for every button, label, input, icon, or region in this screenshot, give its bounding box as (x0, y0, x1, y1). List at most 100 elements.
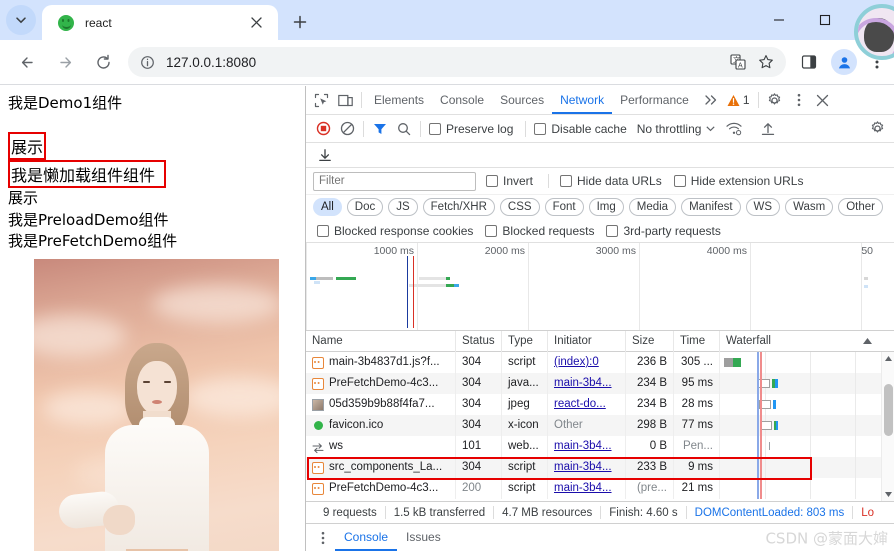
table-scrollbar[interactable] (881, 352, 894, 501)
maximize-button[interactable] (802, 0, 848, 40)
disable-cache-checkbox[interactable]: Disable cache (534, 122, 626, 136)
table-row[interactable]: ws 101 web... main-3b4... 0 B Pen... (306, 436, 894, 457)
minimize-button[interactable] (756, 0, 802, 40)
column-header-time[interactable]: Time (674, 331, 720, 352)
third-party-requests-checkbox[interactable]: 3rd-party requests (606, 224, 720, 238)
checkbox-box[interactable] (486, 175, 498, 187)
throttling-dropdown[interactable]: No throttling (637, 122, 716, 136)
checkbox-box[interactable] (560, 175, 572, 187)
initiator-link[interactable]: react-do... (554, 398, 606, 410)
import-har-button[interactable] (756, 117, 780, 141)
preserve-log-checkbox[interactable]: Preserve log (429, 122, 513, 136)
checkbox-box[interactable] (429, 123, 441, 135)
cell-initiator[interactable]: main-3b4... (548, 478, 626, 499)
checkbox-box[interactable] (674, 175, 686, 187)
clear-button[interactable] (335, 117, 359, 141)
type-chip-media[interactable]: Media (629, 198, 676, 216)
drawer-more-button[interactable] (311, 526, 335, 550)
scroll-down-arrow[interactable] (882, 488, 894, 501)
initiator-link[interactable]: main-3b4... (554, 461, 612, 473)
warning-badge[interactable]: 1 (723, 93, 754, 107)
devtools-more-button[interactable] (787, 88, 811, 112)
column-header-name[interactable]: Name (306, 331, 456, 352)
table-row[interactable]: PreFetchDemo-4c3... 304 java... main-3b4… (306, 373, 894, 394)
initiator-link[interactable]: (index):0 (554, 356, 599, 368)
hide-extension-urls-checkbox[interactable]: Hide extension URLs (674, 174, 804, 188)
cell-initiator[interactable]: main-3b4... (548, 373, 626, 394)
forward-button[interactable] (50, 47, 80, 77)
star-icon[interactable] (752, 48, 780, 76)
hide-data-urls-checkbox[interactable]: Hide data URLs (560, 174, 662, 188)
filter-toggle-button[interactable] (368, 117, 392, 141)
browser-tab-react[interactable]: react (42, 5, 278, 40)
cell-initiator[interactable]: main-3b4... (548, 436, 626, 457)
blocked-requests-checkbox[interactable]: Blocked requests (485, 224, 594, 238)
more-tabs-button[interactable] (699, 88, 723, 112)
devtools-settings-button[interactable] (763, 88, 787, 112)
checkbox-box[interactable] (317, 225, 329, 237)
filter-input[interactable] (313, 172, 476, 191)
column-header-waterfall[interactable]: Waterfall (720, 331, 894, 352)
search-button[interactable] (392, 117, 416, 141)
cell-initiator[interactable]: react-do... (548, 394, 626, 415)
devtools-tab-elements[interactable]: Elements (366, 86, 432, 114)
back-button[interactable] (12, 47, 42, 77)
devtools-tab-network[interactable]: Network (552, 86, 612, 114)
new-tab-button[interactable] (286, 8, 314, 36)
column-header-size[interactable]: Size (626, 331, 674, 352)
inspect-element-button[interactable] (309, 88, 333, 112)
export-har-button[interactable] (313, 143, 337, 167)
invert-checkbox[interactable]: Invert (486, 174, 533, 188)
translate-icon[interactable]: 文 A (724, 48, 752, 76)
type-chip-doc[interactable]: Doc (347, 198, 383, 216)
checkbox-box[interactable] (606, 225, 618, 237)
side-panel-button[interactable] (794, 47, 824, 77)
type-chip-all[interactable]: All (313, 198, 342, 216)
table-row[interactable]: main-3b4837d1.js?f... 304 script (index)… (306, 352, 894, 373)
checkbox-box[interactable] (485, 225, 497, 237)
profile-avatar-icon[interactable] (831, 49, 857, 75)
devtools-tab-performance[interactable]: Performance (612, 86, 697, 114)
device-toolbar-button[interactable] (333, 88, 357, 112)
column-header-type[interactable]: Type (502, 331, 548, 352)
type-chip-img[interactable]: Img (589, 198, 624, 216)
cell-initiator[interactable]: (index):0 (548, 352, 626, 373)
column-header-status[interactable]: Status (456, 331, 502, 352)
close-icon[interactable] (246, 13, 266, 33)
column-header-initiator[interactable]: Initiator (548, 331, 626, 352)
tab-search-button[interactable] (6, 5, 36, 35)
table-row[interactable]: 05d359b9b88f4fa7... 304 jpeg react-do...… (306, 394, 894, 415)
table-row[interactable]: src_components_La... 304 script main-3b4… (306, 457, 894, 478)
overview-tick-label: 3000 ms (596, 245, 639, 257)
checkbox-box[interactable] (534, 123, 546, 135)
drawer-tab-console[interactable]: Console (335, 524, 397, 551)
type-chip-wasm[interactable]: Wasm (785, 198, 833, 216)
drawer-tab-issues[interactable]: Issues (397, 524, 450, 551)
type-chip-fetch-xhr[interactable]: Fetch/XHR (423, 198, 495, 216)
network-overview-timeline[interactable]: 1000 ms 2000 ms 3000 ms 4000 ms 50 (306, 243, 894, 331)
table-scroll-thumb[interactable] (884, 384, 893, 436)
type-chip-css[interactable]: CSS (500, 198, 540, 216)
type-chip-js[interactable]: JS (388, 198, 417, 216)
type-chip-ws[interactable]: WS (746, 198, 781, 216)
network-conditions-button[interactable] (722, 117, 746, 141)
type-chip-font[interactable]: Font (545, 198, 584, 216)
table-row[interactable]: PreFetchDemo-4c3... 200 script main-3b4.… (306, 478, 894, 499)
initiator-link[interactable]: main-3b4... (554, 482, 612, 494)
type-chip-other[interactable]: Other (838, 198, 883, 216)
network-settings-button[interactable] (865, 117, 889, 141)
initiator-link[interactable]: main-3b4... (554, 440, 612, 452)
table-row[interactable]: favicon.ico 304 x-icon Other 298 B 77 ms (306, 415, 894, 436)
address-bar[interactable]: 127.0.0.1:8080 文 A (128, 47, 786, 77)
initiator-link[interactable]: main-3b4... (554, 377, 612, 389)
scroll-up-arrow[interactable] (882, 352, 894, 365)
reload-button[interactable] (88, 47, 118, 77)
record-button[interactable] (311, 117, 335, 141)
type-chip-manifest[interactable]: Manifest (681, 198, 740, 216)
site-info-icon[interactable] (134, 49, 160, 75)
devtools-tab-sources[interactable]: Sources (492, 86, 552, 114)
devtools-close-button[interactable] (811, 88, 835, 112)
devtools-tab-console[interactable]: Console (432, 86, 492, 114)
cell-initiator[interactable]: main-3b4... (548, 457, 626, 478)
blocked-response-cookies-checkbox[interactable]: Blocked response cookies (317, 224, 473, 238)
